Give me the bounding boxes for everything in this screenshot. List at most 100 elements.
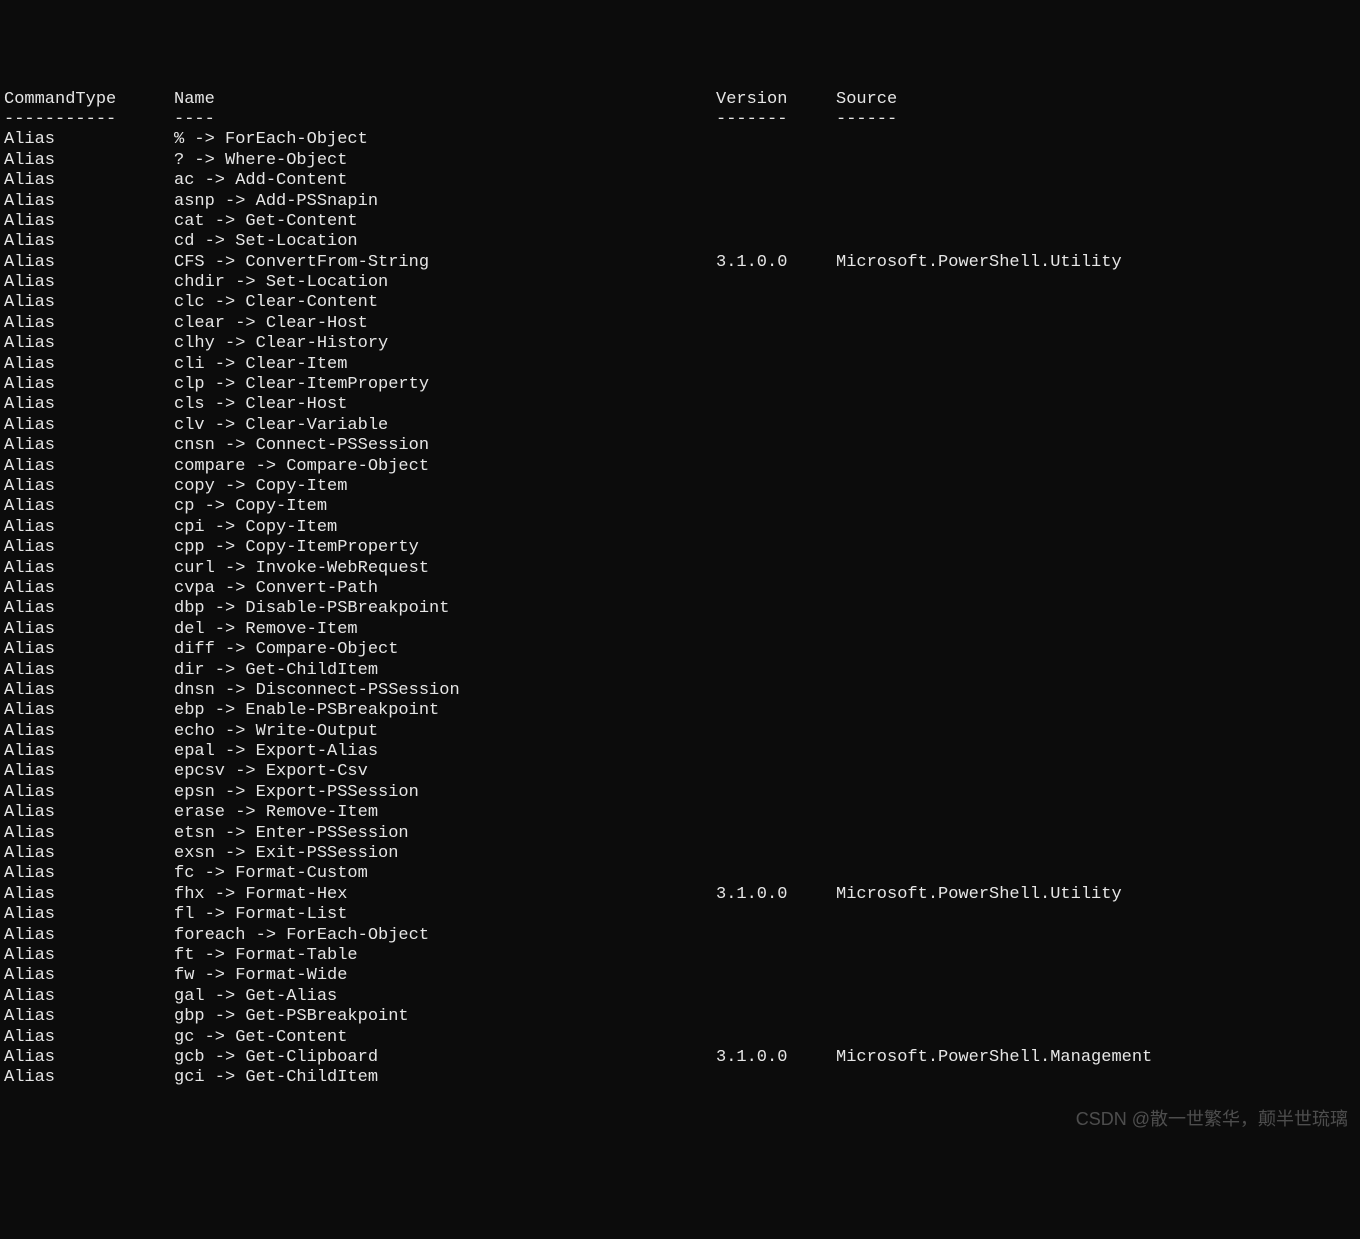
col-name: diff -> Compare-Object <box>174 640 716 660</box>
col-version <box>716 681 836 701</box>
col-version <box>716 497 836 517</box>
col-commandtype: Alias <box>4 864 174 884</box>
col-commandtype: Alias <box>4 885 174 905</box>
col-version <box>716 355 836 375</box>
col-version <box>716 824 836 844</box>
col-commandtype: Alias <box>4 314 174 334</box>
col-name: gbp -> Get-PSBreakpoint <box>174 1007 716 1027</box>
col-name: cpp -> Copy-ItemProperty <box>174 538 716 558</box>
col-version <box>716 538 836 558</box>
col-commandtype: Alias <box>4 375 174 395</box>
data-row: Aliasclp -> Clear-ItemProperty <box>4 375 1356 395</box>
col-commandtype: Alias <box>4 722 174 742</box>
terminal-output: CommandTypeNameVersionSource------------… <box>4 90 1356 1089</box>
col-version <box>716 599 836 619</box>
col-version <box>716 844 836 864</box>
col-version <box>716 1028 836 1048</box>
col-name: dir -> Get-ChildItem <box>174 661 716 681</box>
col-name: ? -> Where-Object <box>174 151 716 171</box>
col-name: dbp -> Disable-PSBreakpoint <box>174 599 716 619</box>
col-version <box>716 987 836 1007</box>
col-version <box>716 130 836 150</box>
col-name: ft -> Format-Table <box>174 946 716 966</box>
col-version: Version <box>716 90 836 110</box>
data-row: Aliasepal -> Export-Alias <box>4 742 1356 762</box>
col-name: Name <box>174 90 716 110</box>
col-name: clv -> Clear-Variable <box>174 416 716 436</box>
col-commandtype: Alias <box>4 293 174 313</box>
col-version <box>716 579 836 599</box>
data-row: Aliasgci -> Get-ChildItem <box>4 1068 1356 1088</box>
col-commandtype: Alias <box>4 824 174 844</box>
col-name: % -> ForEach-Object <box>174 130 716 150</box>
data-row: AliasCFS -> ConvertFrom-String3.1.0.0Mic… <box>4 253 1356 273</box>
col-commandtype: Alias <box>4 130 174 150</box>
col-commandtype: Alias <box>4 192 174 212</box>
col-name: cli -> Clear-Item <box>174 355 716 375</box>
col-name: dnsn -> Disconnect-PSSession <box>174 681 716 701</box>
data-row: Aliasft -> Format-Table <box>4 946 1356 966</box>
data-row: Alias? -> Where-Object <box>4 151 1356 171</box>
data-row: Aliasgc -> Get-Content <box>4 1028 1356 1048</box>
col-name: fl -> Format-List <box>174 905 716 925</box>
data-row: Aliascli -> Clear-Item <box>4 355 1356 375</box>
col-name: echo -> Write-Output <box>174 722 716 742</box>
data-row: Aliasetsn -> Enter-PSSession <box>4 824 1356 844</box>
col-name: gal -> Get-Alias <box>174 987 716 1007</box>
col-version <box>716 375 836 395</box>
data-row: Aliasfl -> Format-List <box>4 905 1356 925</box>
col-version <box>716 232 836 252</box>
col-version: 3.1.0.0 <box>716 253 836 273</box>
data-row: Aliascnsn -> Connect-PSSession <box>4 436 1356 456</box>
col-version <box>716 314 836 334</box>
col-version: 3.1.0.0 <box>716 885 836 905</box>
col-commandtype: Alias <box>4 905 174 925</box>
col-source: Microsoft.PowerShell.Management <box>836 1048 1152 1068</box>
col-version <box>716 661 836 681</box>
col-version <box>716 1068 836 1088</box>
col-commandtype: Alias <box>4 1028 174 1048</box>
col-commandtype: Alias <box>4 477 174 497</box>
data-row: Aliasfw -> Format-Wide <box>4 966 1356 986</box>
col-commandtype: Alias <box>4 497 174 517</box>
col-commandtype: Alias <box>4 762 174 782</box>
col-name: ---- <box>174 110 716 130</box>
data-row: Aliaschdir -> Set-Location <box>4 273 1356 293</box>
data-row: Aliascpp -> Copy-ItemProperty <box>4 538 1356 558</box>
col-commandtype: Alias <box>4 273 174 293</box>
data-row: Aliascvpa -> Convert-Path <box>4 579 1356 599</box>
col-name: ebp -> Enable-PSBreakpoint <box>174 701 716 721</box>
data-row: Aliasebp -> Enable-PSBreakpoint <box>4 701 1356 721</box>
col-version <box>716 293 836 313</box>
data-row: Aliasecho -> Write-Output <box>4 722 1356 742</box>
col-name: epal -> Export-Alias <box>174 742 716 762</box>
data-row: Aliascpi -> Copy-Item <box>4 518 1356 538</box>
col-commandtype: Alias <box>4 518 174 538</box>
col-commandtype: Alias <box>4 620 174 640</box>
data-row: Aliasepsn -> Export-PSSession <box>4 783 1356 803</box>
col-version <box>716 212 836 232</box>
col-version <box>716 966 836 986</box>
data-row: Aliasclc -> Clear-Content <box>4 293 1356 313</box>
col-name: copy -> Copy-Item <box>174 477 716 497</box>
col-version <box>716 946 836 966</box>
col-commandtype: Alias <box>4 701 174 721</box>
data-row: Aliascp -> Copy-Item <box>4 497 1356 517</box>
col-name: curl -> Invoke-WebRequest <box>174 559 716 579</box>
col-version <box>716 1007 836 1027</box>
data-row: Aliasgal -> Get-Alias <box>4 987 1356 1007</box>
col-name: gc -> Get-Content <box>174 1028 716 1048</box>
col-commandtype: Alias <box>4 334 174 354</box>
data-row: Aliasfhx -> Format-Hex3.1.0.0Microsoft.P… <box>4 885 1356 905</box>
col-name: fw -> Format-Wide <box>174 966 716 986</box>
col-version <box>716 905 836 925</box>
col-commandtype: Alias <box>4 1068 174 1088</box>
data-row: Aliasdel -> Remove-Item <box>4 620 1356 640</box>
col-version <box>716 151 836 171</box>
col-commandtype: Alias <box>4 803 174 823</box>
col-commandtype: Alias <box>4 987 174 1007</box>
data-row: Alias% -> ForEach-Object <box>4 130 1356 150</box>
col-name: compare -> Compare-Object <box>174 457 716 477</box>
watermark: CSDN @散一世繁华，颠半世琉璃 <box>1076 1109 1348 1131</box>
col-commandtype: Alias <box>4 416 174 436</box>
